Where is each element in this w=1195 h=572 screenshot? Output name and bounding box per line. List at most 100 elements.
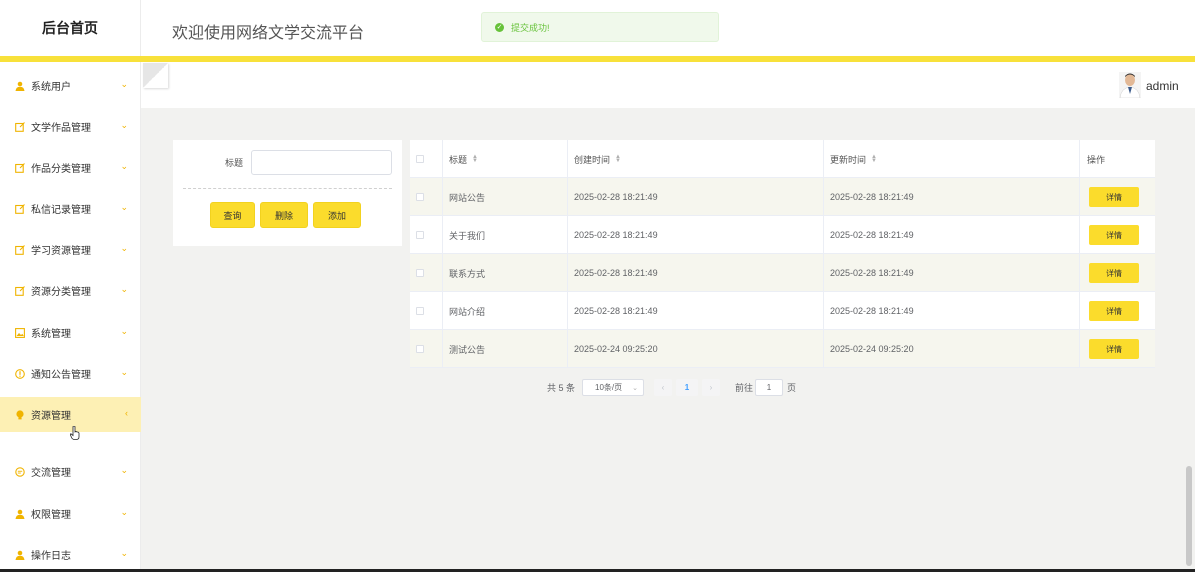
sidebar-item-permissions[interactable]: 权限管理 ⌄ (0, 496, 141, 531)
next-page-button[interactable]: › (702, 379, 720, 396)
edit-icon (15, 285, 25, 296)
cell-updated: 2025-02-24 09:25:20 (824, 330, 1080, 368)
edit-icon (15, 244, 25, 255)
username[interactable]: admin (1146, 79, 1179, 93)
sidebar-item-label: 文学作品管理 (31, 123, 91, 134)
title-search-input[interactable] (251, 150, 392, 175)
cell-title: 测试公告 (443, 330, 568, 368)
brand-title[interactable]: 后台首页 (0, 0, 141, 56)
sidebar-item-notices[interactable]: 通知公告管理 ⌄ (0, 356, 141, 391)
cell-title: 网站介绍 (443, 292, 568, 330)
table-row: 关于我们 2025-02-28 18:21:49 2025-02-28 18:2… (410, 216, 1155, 254)
cell-updated: 2025-02-28 18:21:49 (824, 216, 1080, 254)
cell-created: 2025-02-24 09:25:20 (568, 330, 824, 368)
row-checkbox[interactable] (416, 307, 424, 315)
sidebar-item-label: 系统管理 (31, 329, 71, 340)
edit-icon (15, 121, 25, 132)
page-suffix: 页 (787, 383, 797, 393)
sidebar-item-logs[interactable]: 操作日志 ⌄ (0, 537, 141, 572)
sidebar-item-resource-categories[interactable]: 资源分类管理 ⌄ (0, 273, 141, 308)
sidebar-item-system-users[interactable]: 系统用户 ⌄ (0, 68, 141, 103)
chevron-down-icon: ⌄ (120, 507, 128, 517)
search-label: 标题 (225, 158, 244, 168)
add-button[interactable]: 添加 (313, 202, 361, 228)
image-icon (15, 327, 25, 338)
detail-button[interactable]: 详情 (1089, 339, 1139, 359)
row-checkbox[interactable] (416, 231, 424, 239)
chevron-down-icon: ⌄ (120, 367, 128, 377)
cell-created: 2025-02-28 18:21:49 (568, 254, 824, 292)
detail-button[interactable]: 详情 (1089, 301, 1139, 321)
sidebar-item-label: 权限管理 (31, 510, 71, 521)
avatar-icon[interactable] (1119, 72, 1141, 98)
chevron-left-icon: ‹ (125, 408, 128, 418)
column-header-title[interactable]: 标题 ▲ ▼ (443, 140, 568, 178)
page-number-button[interactable]: 1 (676, 379, 698, 396)
info-icon (15, 368, 25, 379)
detail-button[interactable]: 详情 (1089, 187, 1139, 207)
sidebar-item-label: 通知公告管理 (31, 370, 91, 381)
sidebar-item-label: 资源管理 (31, 411, 71, 422)
chevron-down-icon: ⌄ (120, 79, 128, 89)
sidebar-item-label: 作品分类管理 (31, 164, 91, 175)
prev-page-button[interactable]: ‹ (654, 379, 672, 396)
cell-title: 联系方式 (443, 254, 568, 292)
sidebar-item-label: 系统用户 (31, 82, 71, 93)
sidebar-item-learning-resources[interactable]: 学习资源管理 ⌄ (0, 232, 141, 267)
collapse-toggle-icon[interactable] (143, 63, 168, 88)
page-size-select[interactable]: 10条/页 ⌄ (582, 379, 644, 396)
goto-page-input[interactable]: 1 (755, 379, 783, 396)
page-size-value: 10条/页 (595, 383, 623, 392)
column-header-created[interactable]: 创建时间 ▲ ▼ (568, 140, 824, 178)
data-table: 标题 ▲ ▼ 创建时间 ▲ ▼ 更新时间 ▲ ▼ 操作 网站公告 2025-02-28 18… (410, 140, 1155, 368)
sidebar-item-works[interactable]: 文学作品管理 ⌄ (0, 109, 141, 144)
chevron-down-icon: ⌄ (120, 161, 128, 171)
cell-updated: 2025-02-28 18:21:49 (824, 254, 1080, 292)
sidebar-item-label: 交流管理 (31, 468, 71, 479)
sidebar-item-label: 资源分类管理 (31, 287, 91, 298)
sidebar-item-system[interactable]: 系统管理 ⌄ (0, 315, 141, 350)
cell-created: 2025-02-28 18:21:49 (568, 216, 824, 254)
chat-icon (15, 466, 25, 477)
detail-button[interactable]: 详情 (1089, 225, 1139, 245)
chevron-down-icon: ⌄ (120, 120, 128, 130)
chevron-down-icon: ⌄ (120, 548, 128, 558)
page-scrollbar[interactable] (1186, 466, 1192, 566)
column-header-action: 操作 (1087, 154, 1106, 165)
cell-title: 网站公告 (443, 178, 568, 216)
select-all-cell (410, 140, 443, 178)
chevron-down-icon: ⌄ (632, 384, 638, 392)
cell-created: 2025-02-28 18:21:49 (568, 292, 824, 330)
sidebar-item-communication[interactable]: 交流管理 ⌄ (0, 454, 141, 489)
chevron-down-icon: ⌄ (120, 284, 128, 294)
search-panel: 标题 查询 删除 添加 (173, 140, 402, 246)
sidebar-item-messages[interactable]: 私信记录管理 ⌄ (0, 191, 141, 226)
row-checkbox[interactable] (416, 345, 424, 353)
sort-icon[interactable]: ▲ ▼ (472, 154, 478, 164)
goto-label: 前往 (735, 383, 754, 393)
delete-button[interactable]: 删除 (260, 202, 308, 228)
hand-cursor-icon (70, 426, 80, 440)
row-checkbox[interactable] (416, 269, 424, 277)
select-all-checkbox[interactable] (416, 155, 424, 163)
chevron-down-icon: ⌄ (120, 465, 128, 475)
user-icon (15, 81, 25, 91)
sub-header (141, 62, 1195, 108)
sort-icon[interactable]: ▲ ▼ (615, 154, 621, 164)
site-title: 欢迎使用网络文学交流平台 (172, 25, 365, 42)
toast-message: 提交成功! (511, 22, 550, 33)
query-button[interactable]: 查询 (210, 202, 255, 228)
sidebar-item-label: 学习资源管理 (31, 246, 91, 257)
table-row: 网站公告 2025-02-28 18:21:49 2025-02-28 18:2… (410, 178, 1155, 216)
table-row: 联系方式 2025-02-28 18:21:49 2025-02-28 18:2… (410, 254, 1155, 292)
sidebar-item-work-categories[interactable]: 作品分类管理 ⌄ (0, 150, 141, 185)
chevron-down-icon: ⌄ (120, 202, 128, 212)
row-checkbox[interactable] (416, 193, 424, 201)
detail-button[interactable]: 详情 (1089, 263, 1139, 283)
success-toast: ✓ 提交成功! (481, 12, 719, 42)
sort-icon[interactable]: ▲ ▼ (871, 154, 877, 164)
column-header-updated[interactable]: 更新时间 ▲ ▼ (824, 140, 1080, 178)
chevron-down-icon: ⌄ (120, 243, 128, 253)
bulb-icon (15, 409, 25, 420)
table-row: 网站介绍 2025-02-28 18:21:49 2025-02-28 18:2… (410, 292, 1155, 330)
